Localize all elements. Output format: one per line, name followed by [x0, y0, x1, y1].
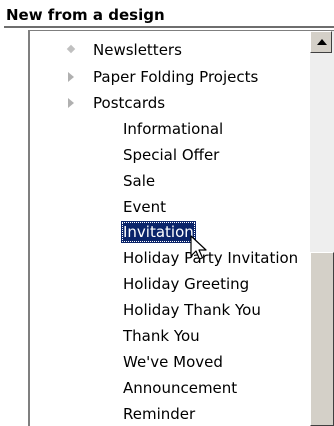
design-tree: Newsletters Paper Folding Projects Postc… — [0, 0, 334, 426]
tree-item-thank-you[interactable]: Thank You — [123, 325, 200, 347]
tree-item-sale[interactable]: Sale — [123, 170, 155, 192]
vertical-scrollbar[interactable] — [310, 31, 334, 426]
scroll-up-arrow-icon — [317, 39, 327, 45]
tree-item-special-offer[interactable]: Special Offer — [123, 144, 219, 166]
tree-item-holiday-thank-you[interactable]: Holiday Thank You — [123, 299, 261, 321]
tree-item-newsletters[interactable]: Newsletters — [93, 39, 182, 61]
expand-arrow-icon[interactable] — [68, 98, 74, 108]
diamond-bullet-icon — [66, 44, 76, 54]
tree-item-informational[interactable]: Informational — [123, 118, 223, 140]
tree-item-paper-folding-projects[interactable]: Paper Folding Projects — [93, 66, 258, 88]
tree-item-weve-moved[interactable]: We've Moved — [123, 351, 223, 373]
tree-item-invitation-selected[interactable]: Invitation — [121, 221, 196, 243]
mouse-pointer-icon — [190, 235, 207, 260]
tree-item-event[interactable]: Event — [123, 196, 166, 218]
scroll-up-button[interactable] — [310, 31, 332, 53]
tree-item-holiday-greeting[interactable]: Holiday Greeting — [123, 273, 249, 295]
tree-item-announcement[interactable]: Announcement — [123, 377, 237, 399]
tree-item-holiday-party-invitation[interactable]: Holiday Party Invitation — [123, 247, 298, 269]
scroll-thumb[interactable] — [310, 252, 334, 426]
tree-item-postcards[interactable]: Postcards — [93, 92, 165, 114]
tree-item-reminder[interactable]: Reminder — [123, 403, 195, 425]
collapsed-arrow-icon[interactable] — [68, 72, 74, 82]
